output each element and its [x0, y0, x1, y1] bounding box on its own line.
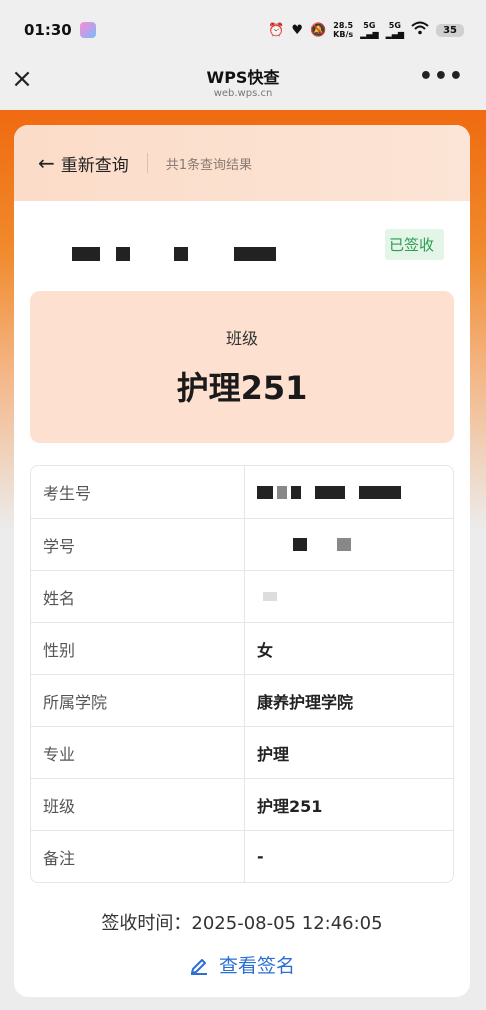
signal-label-2: 5G: [388, 21, 401, 30]
redaction-block: [263, 592, 277, 601]
page-title: WPS快查: [206, 68, 280, 87]
class-value: 护理251: [176, 369, 308, 407]
redaction-block: [315, 485, 345, 499]
alarm-icon: ⏰: [268, 22, 285, 38]
table-row: 专业 护理: [31, 726, 453, 778]
view-signature-link[interactable]: 查看签名: [14, 951, 470, 978]
row-key: 考生号: [31, 466, 245, 518]
redaction-block: [277, 485, 287, 499]
status-bar: 01:30 ⏰ ♥ 🔕 28.5 KB/s 5G ▂▄▆ 5G ▂▄▆ 35: [0, 0, 486, 60]
signal-bars-icon: ▂▄▆: [360, 30, 379, 39]
card-header: ← 重新查询 共1条查询结果: [14, 125, 470, 201]
heart-icon: ♥: [291, 22, 303, 38]
result-count: 共1条查询结果: [165, 157, 253, 173]
requery-button[interactable]: ← 重新查询: [38, 151, 129, 176]
row-value: 康养护理学院: [257, 692, 354, 712]
row-key: 学号: [31, 519, 245, 570]
view-signature-label: 查看签名: [218, 955, 295, 977]
result-card: ← 重新查询 共1条查询结果 已签收 班级 护理251 考生号 学号 姓名 性别…: [14, 125, 470, 997]
redaction-block: [257, 485, 273, 499]
redaction-block: [359, 485, 401, 499]
redaction-block: [291, 485, 301, 499]
page-url: web.wps.cn: [213, 88, 273, 99]
row-key: 性别: [31, 623, 245, 674]
nav-bar: × WPS快查 web.wps.cn •••: [0, 60, 486, 110]
row-key: 所属学院: [31, 675, 245, 726]
row-value: 女: [257, 640, 274, 660]
redaction-block: [116, 247, 130, 261]
row-value: -: [257, 847, 264, 866]
row-key: 班级: [31, 779, 245, 830]
row-value: 护理: [257, 744, 290, 764]
status-time: 01:30: [24, 21, 96, 39]
battery-indicator: 35: [436, 23, 464, 37]
clock: 01:30: [24, 21, 72, 39]
signal-label-1: 5G: [363, 21, 376, 30]
class-label: 班级: [225, 329, 258, 348]
row-value: 护理251: [257, 796, 323, 816]
network-speed: 28.5 KB/s: [333, 21, 353, 39]
sign-time: 签收时间：2025-08-05 12:46:05: [14, 909, 470, 935]
table-row: 姓名: [31, 570, 453, 622]
redaction-block: [293, 538, 307, 551]
status-icons: ⏰ ♥ 🔕 28.5 KB/s 5G ▂▄▆ 5G ▂▄▆ 35: [268, 21, 464, 39]
pen-icon: [189, 955, 209, 975]
table-row: 备注 -: [31, 830, 453, 882]
table-row: 性别 女: [31, 622, 453, 674]
redaction-block: [234, 247, 276, 261]
more-options-button[interactable]: •••: [419, 64, 464, 89]
redaction-block: [72, 247, 100, 261]
table-row: 所属学院 康养护理学院: [31, 674, 453, 726]
row-value-redacted: [245, 519, 453, 570]
header-divider: [146, 153, 148, 173]
bell-off-icon: 🔕: [309, 22, 327, 38]
arrow-left-icon: ←: [38, 151, 55, 175]
signal-5g-2: 5G ▂▄▆: [386, 21, 404, 39]
signal-5g-1: 5G ▂▄▆: [360, 21, 378, 39]
table-row: 班级 护理251: [31, 778, 453, 830]
info-table: 考生号 学号 姓名 性别 女 所属学院 康养护理学院 专业 护理 班级 护理25…: [30, 465, 454, 883]
row-key: 姓名: [31, 571, 245, 622]
app-notification-icon: [79, 22, 96, 38]
class-highlight: 班级 护理251: [30, 291, 454, 443]
redaction-block: [174, 247, 188, 261]
row-key: 备注: [31, 831, 245, 882]
net-speed-value: 28.5: [333, 21, 354, 30]
row-key: 专业: [31, 727, 245, 778]
row-value-redacted: [245, 466, 453, 518]
wifi-icon: [411, 21, 429, 39]
sign-time-label: 签收时间：: [101, 913, 192, 934]
row-value-redacted: [245, 571, 453, 622]
sign-time-value: 2025-08-05 12:46:05: [191, 913, 383, 934]
status-badge: 已签收: [384, 229, 444, 260]
net-speed-unit: KB/s: [333, 30, 354, 39]
table-row: 考生号: [31, 466, 453, 518]
signal-bars-icon: ▂▄▆: [385, 30, 405, 39]
requery-label: 重新查询: [60, 155, 129, 176]
redaction-block: [337, 538, 351, 551]
name-row-redacted: 已签收: [14, 201, 470, 291]
table-row: 学号: [31, 518, 453, 570]
